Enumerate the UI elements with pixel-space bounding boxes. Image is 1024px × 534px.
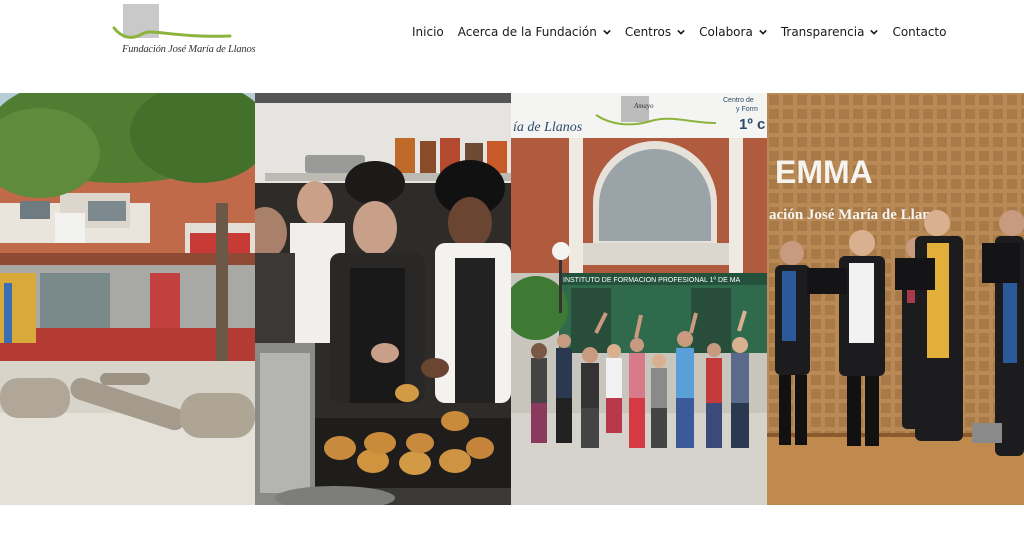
gallery-photo-courtyard (0, 93, 255, 505)
nav-label: Acerca de la Fundación (457, 25, 597, 39)
nav-item-contacto[interactable]: Contacto (892, 25, 946, 39)
building-sign-text: INSTITUTO DE FORMACION PROFESIONAL 1º DE… (563, 277, 741, 284)
choir-illustration: EMMA ación José María de Llanos (767, 93, 1024, 505)
nav-label: Centros (624, 25, 672, 39)
chevron-down-icon (870, 29, 879, 35)
sign-brand-text: Amayo (633, 102, 654, 110)
logo-text: Fundación José María de Llanos (122, 44, 256, 55)
nav-label: Contacto (892, 25, 947, 39)
main-nav: Inicio Acerca de la Fundación Centros Co… (412, 22, 946, 42)
nav-item-centros[interactable]: Centros (625, 25, 685, 39)
nav-label: Transparencia (780, 25, 865, 39)
chevron-down-icon (759, 29, 767, 35)
site-header: Fundación José María de Llanos Inicio Ac… (0, 0, 1024, 92)
gallery-photo-choir: EMMA ación José María de Llanos (767, 93, 1024, 505)
wall-subtitle-text: ación José María de Llanos (769, 207, 944, 223)
sign-right-text-3: 1º c (739, 116, 765, 133)
gallery-photo-bakery (255, 93, 511, 505)
courtyard-illustration (0, 93, 255, 505)
nav-label: Inicio (412, 25, 444, 39)
logo-swoosh-icon (112, 26, 232, 39)
wall-title-text: EMMA (775, 154, 873, 190)
photo-gallery: ía de Llanos Amayo Centro de y Form 1º c… (0, 93, 1024, 505)
nav-item-transparencia[interactable]: Transparencia (781, 25, 879, 39)
bakery-illustration (255, 93, 511, 505)
sign-right-text-1: Centro de (723, 97, 754, 104)
site-logo[interactable]: Fundación José María de Llanos (112, 4, 256, 56)
nav-item-colabora[interactable]: Colabora (699, 25, 767, 39)
gallery-photo-institute: ía de Llanos Amayo Centro de y Form 1º c… (511, 93, 767, 505)
sign-top-text: ía de Llanos (513, 120, 583, 135)
nav-label: Colabora (699, 25, 753, 39)
nav-item-inicio[interactable]: Inicio (412, 25, 444, 39)
sign-right-text-2: y Form (736, 106, 758, 113)
chevron-down-icon (603, 29, 611, 35)
nav-item-acerca[interactable]: Acerca de la Fundación (458, 25, 611, 39)
chevron-down-icon (677, 29, 685, 35)
institute-illustration: ía de Llanos Amayo Centro de y Form 1º c… (511, 93, 767, 505)
